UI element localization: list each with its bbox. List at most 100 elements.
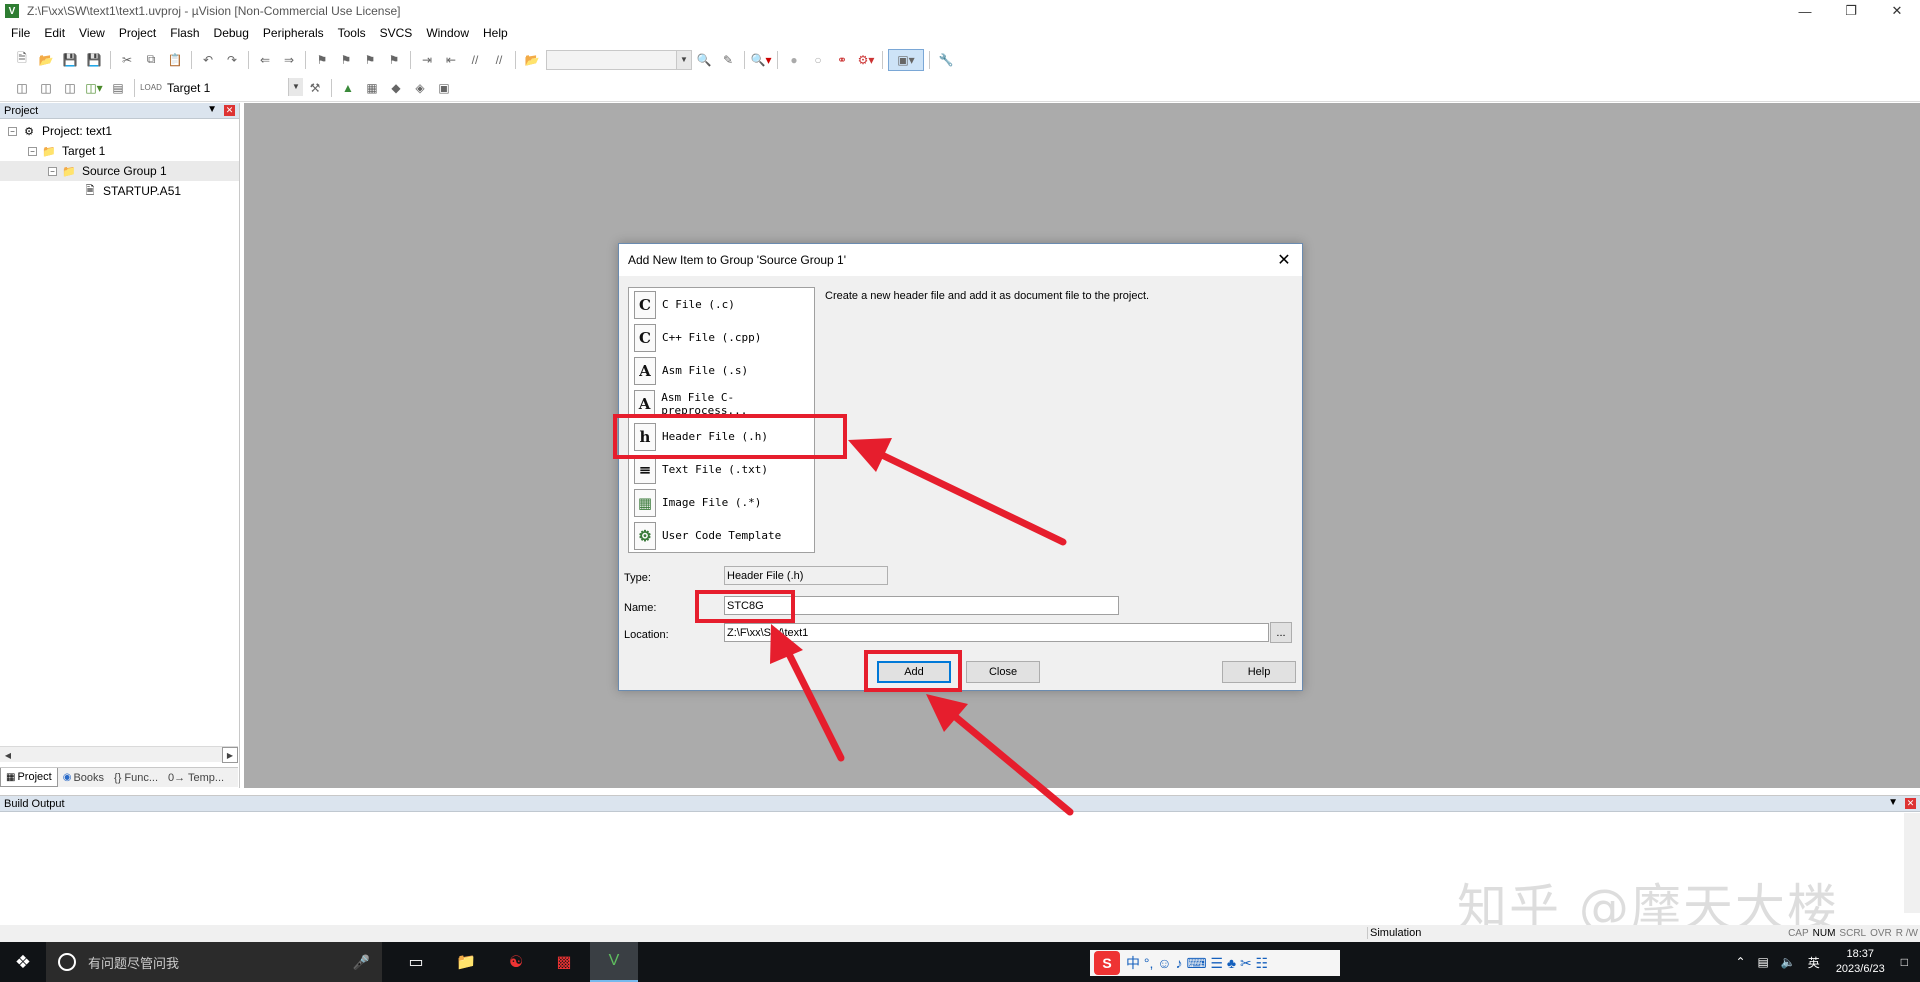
- menu-tools[interactable]: Tools: [331, 26, 373, 40]
- batch-build-icon[interactable]: ◫▾: [83, 77, 105, 99]
- taskbar-search[interactable]: 有问题尽管问我 🎤: [46, 942, 382, 982]
- breakpoint-disable-icon[interactable]: ○: [807, 49, 829, 71]
- notification-icon[interactable]: □: [1901, 955, 1908, 969]
- tree-item-source-group[interactable]: − 📁 Source Group 1: [0, 161, 239, 181]
- pack-installer-icon[interactable]: ◈: [409, 77, 431, 99]
- chevron-down-icon[interactable]: ▼: [676, 50, 691, 69]
- file-explorer-icon[interactable]: 📁: [442, 942, 490, 982]
- tray-chevron-icon[interactable]: ⌃: [1735, 955, 1745, 969]
- uvision-taskbar-icon[interactable]: V: [590, 942, 638, 982]
- nav-back-icon[interactable]: ⇐: [254, 49, 276, 71]
- bookmark-icon[interactable]: ⚑: [311, 49, 333, 71]
- pdf-app-icon[interactable]: ▩: [540, 942, 588, 982]
- scroll-left-icon[interactable]: ◀: [0, 747, 16, 763]
- minimize-button[interactable]: —: [1782, 0, 1828, 22]
- sogou-ime-icon[interactable]: S: [1094, 951, 1120, 975]
- file-type-c[interactable]: C C File (.c): [629, 288, 814, 321]
- comment-icon[interactable]: //: [464, 49, 486, 71]
- tree-item-file[interactable]: 🗎 STARTUP.A51: [0, 181, 239, 201]
- target-options-icon[interactable]: ⚒: [304, 77, 326, 99]
- tab-books[interactable]: ◉ Books: [58, 768, 109, 787]
- menu-peripherals[interactable]: Peripherals: [256, 26, 331, 40]
- vertical-scrollbar[interactable]: [1904, 813, 1920, 913]
- indent-icon[interactable]: ⇥: [416, 49, 438, 71]
- save-all-icon[interactable]: 💾: [83, 49, 105, 71]
- bookmark-next-icon[interactable]: ⚑: [359, 49, 381, 71]
- clock[interactable]: 18:37 2023/6/23: [1836, 947, 1885, 977]
- microphone-icon[interactable]: 🎤: [353, 954, 370, 971]
- redo-icon[interactable]: ↷: [221, 49, 243, 71]
- menu-help[interactable]: Help: [476, 26, 515, 40]
- menu-file[interactable]: File: [4, 26, 37, 40]
- menu-view[interactable]: View: [72, 26, 112, 40]
- configure-icon[interactable]: ⚙▾: [855, 49, 877, 71]
- rte-icon[interactable]: ▣: [433, 77, 455, 99]
- cut-icon[interactable]: ✂: [116, 49, 138, 71]
- breakpoint-icon[interactable]: ●: [783, 49, 805, 71]
- horizontal-scrollbar[interactable]: ◀ ▶: [0, 746, 238, 763]
- file-type-image[interactable]: ▦ Image File (.*): [629, 486, 814, 519]
- ime-lang-indicator[interactable]: 英: [1808, 954, 1820, 971]
- close-icon[interactable]: ✕: [1905, 798, 1916, 809]
- uncomment-icon[interactable]: //: [488, 49, 510, 71]
- rebuild-icon[interactable]: ◫: [59, 77, 81, 99]
- window-layout-icon[interactable]: ▣▾: [888, 48, 924, 71]
- restore-button[interactable]: ❐: [1828, 0, 1874, 22]
- target-select[interactable]: Target 1 ▼: [163, 77, 303, 98]
- stop-build-icon[interactable]: ▤: [107, 77, 129, 99]
- collapse-icon[interactable]: −: [48, 166, 57, 176]
- debug-session-icon[interactable]: 🔍▾: [750, 49, 772, 71]
- pin-icon[interactable]: ▼: [1888, 797, 1898, 808]
- new-file-icon[interactable]: 🗎: [11, 49, 33, 71]
- find-in-files-icon[interactable]: 📂: [521, 49, 543, 71]
- find-combo[interactable]: ▼: [546, 49, 692, 70]
- paste-icon[interactable]: 📋: [164, 49, 186, 71]
- collapse-icon[interactable]: −: [28, 146, 37, 156]
- dialog-close-icon[interactable]: ✕: [1274, 250, 1294, 270]
- windows-start-icon[interactable]: ❖: [0, 942, 46, 982]
- menu-window[interactable]: Window: [419, 26, 476, 40]
- scroll-right-icon[interactable]: ▶: [222, 747, 238, 763]
- browse-button[interactable]: ...: [1270, 622, 1292, 643]
- tree-item-target[interactable]: − 📁 Target 1: [0, 141, 239, 161]
- download-icon[interactable]: LOAD: [140, 77, 162, 99]
- file-type-user-template[interactable]: ⚙ User Code Template: [629, 519, 814, 552]
- close-icon[interactable]: ✕: [224, 105, 235, 116]
- location-input[interactable]: Z:\F\xx\SW\text1: [724, 623, 1269, 642]
- find-icon[interactable]: 🔍: [693, 49, 715, 71]
- manage-components-icon[interactable]: ▦: [361, 77, 383, 99]
- menu-svcs[interactable]: SVCS: [373, 26, 420, 40]
- nav-forward-icon[interactable]: ⇒: [278, 49, 300, 71]
- volume-icon[interactable]: 🔈: [1781, 955, 1796, 969]
- task-view-icon[interactable]: ▭: [392, 942, 440, 982]
- file-type-cpp[interactable]: C C++ File (.cpp): [629, 321, 814, 354]
- copy-icon[interactable]: ⧉: [140, 49, 162, 71]
- settings-wrench-icon[interactable]: 🔧: [935, 49, 957, 71]
- bookmark-prev-icon[interactable]: ⚑: [335, 49, 357, 71]
- build-icon[interactable]: ◫: [35, 77, 57, 99]
- menu-edit[interactable]: Edit: [37, 26, 72, 40]
- unindent-icon[interactable]: ⇤: [440, 49, 462, 71]
- tab-project[interactable]: ▦ Project: [0, 768, 58, 787]
- menu-project[interactable]: Project: [112, 26, 163, 40]
- collapse-icon[interactable]: −: [8, 126, 17, 136]
- tree-item-project[interactable]: − ⚙ Project: text1: [0, 121, 239, 141]
- tab-functions[interactable]: {} Func...: [109, 768, 163, 787]
- chevron-down-icon[interactable]: ▼: [288, 77, 303, 96]
- menu-debug[interactable]: Debug: [207, 26, 256, 40]
- undo-icon[interactable]: ↶: [197, 49, 219, 71]
- close-button[interactable]: Close: [966, 661, 1040, 683]
- pin-icon[interactable]: ▼: [207, 104, 217, 115]
- save-icon[interactable]: 💾: [59, 49, 81, 71]
- file-extensions-icon[interactable]: ▲: [337, 77, 359, 99]
- bookmark-clear-icon[interactable]: ⚑: [383, 49, 405, 71]
- select-packs-icon[interactable]: ◆: [385, 77, 407, 99]
- network-icon[interactable]: ▤: [1758, 955, 1769, 969]
- translate-icon[interactable]: ◫: [11, 77, 33, 99]
- menu-flash[interactable]: Flash: [163, 26, 206, 40]
- breakpoint-kill-icon[interactable]: ⚭: [831, 49, 853, 71]
- help-button[interactable]: Help: [1222, 661, 1296, 683]
- file-type-asm[interactable]: A Asm File (.s): [629, 354, 814, 387]
- open-folder-icon[interactable]: 📂: [35, 49, 57, 71]
- replace-icon[interactable]: ✎: [717, 49, 739, 71]
